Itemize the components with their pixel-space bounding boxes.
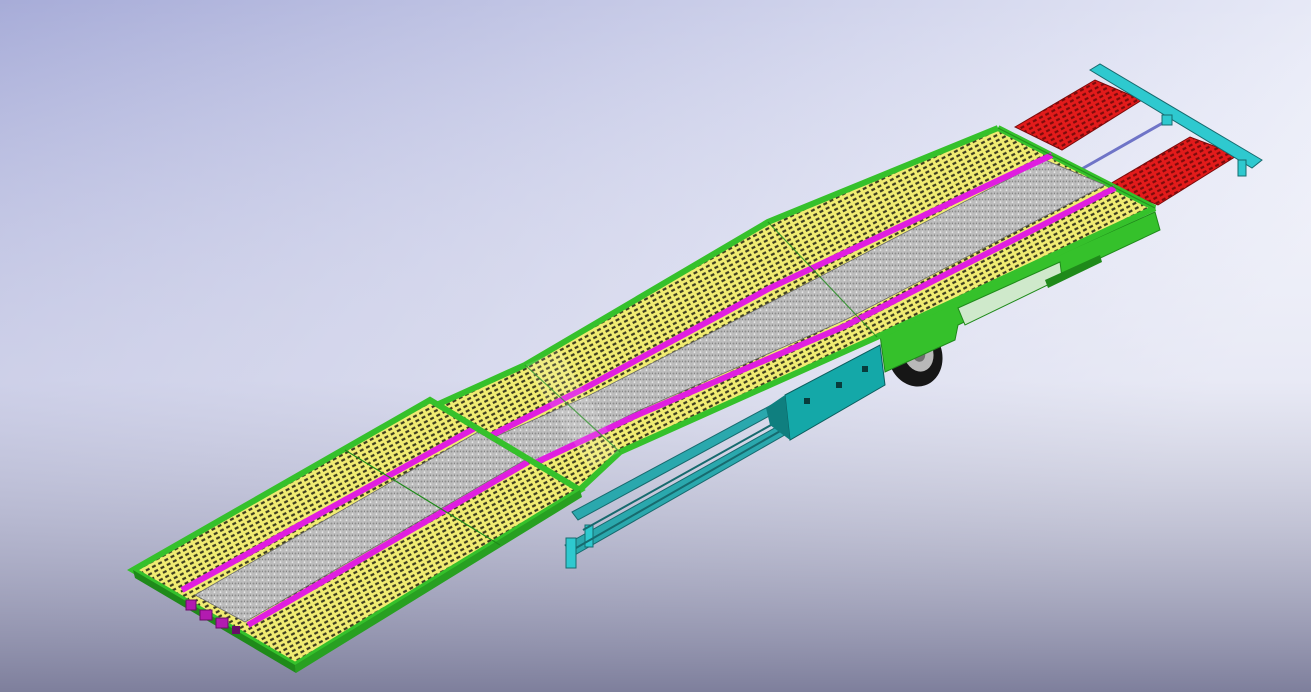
cad-3d-viewport[interactable] — [0, 0, 1311, 692]
trailer-3d-model[interactable] — [0, 0, 1311, 692]
